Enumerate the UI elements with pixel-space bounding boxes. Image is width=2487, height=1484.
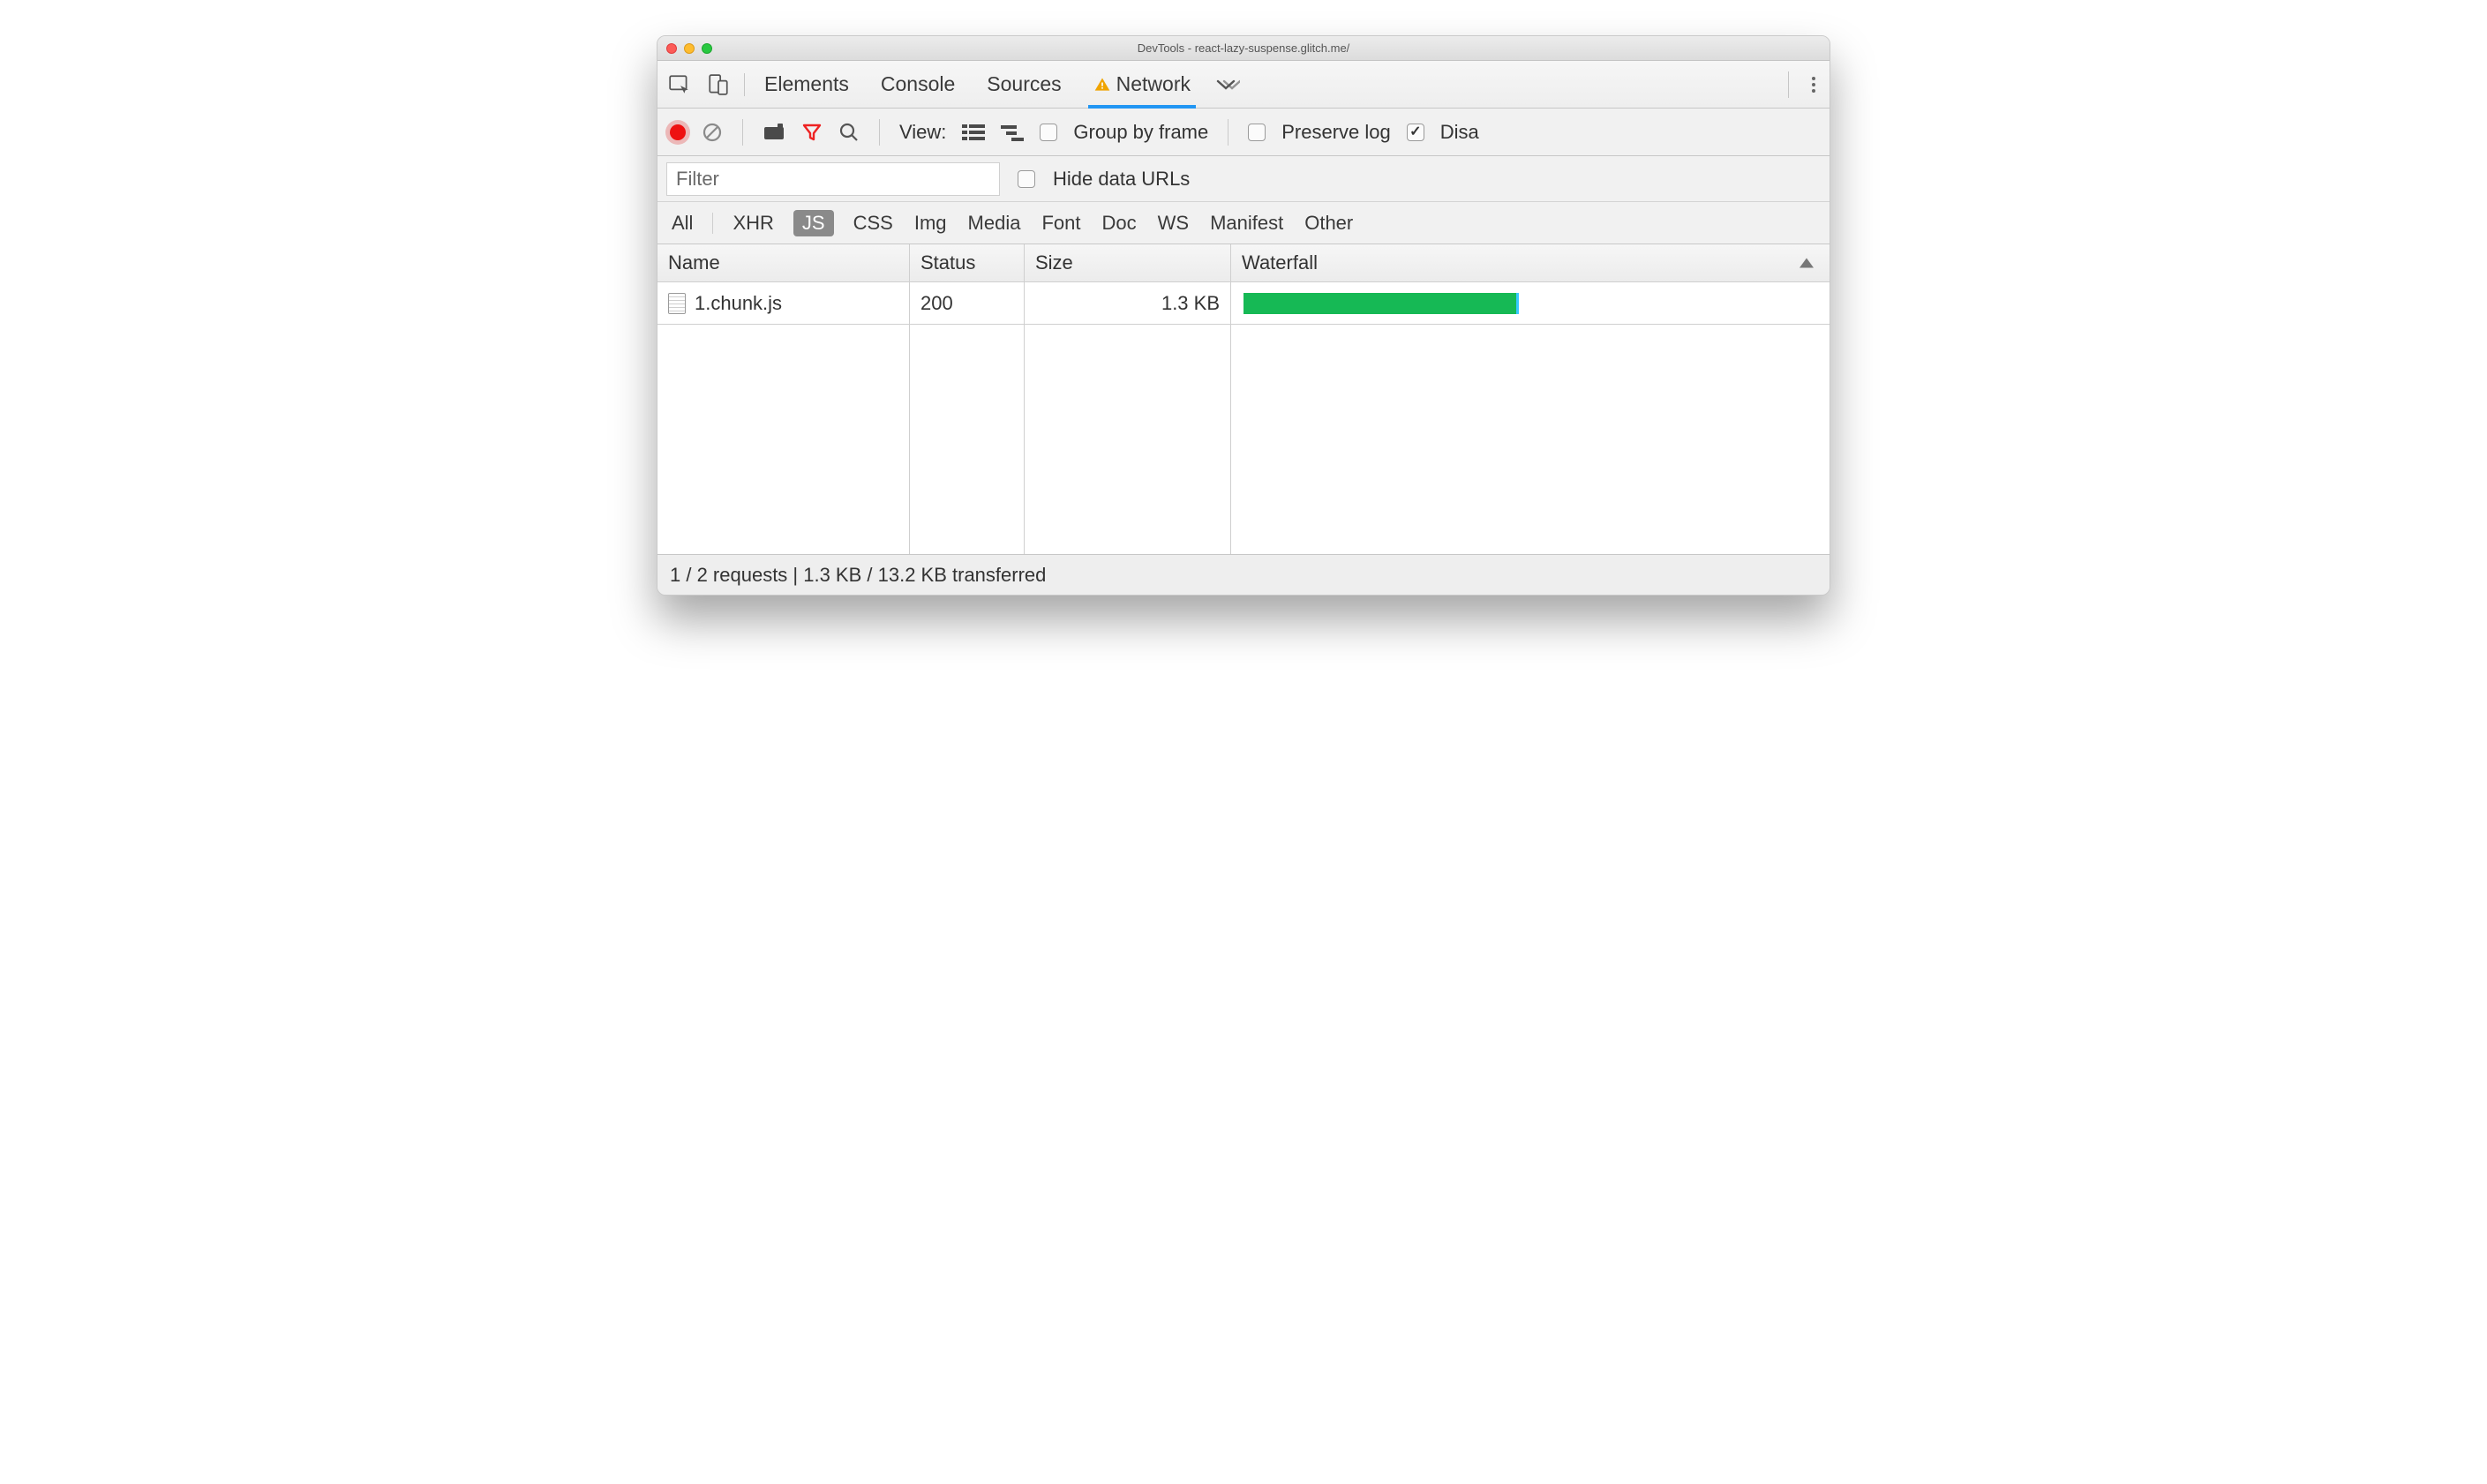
waterfall-bar [1244,293,1519,314]
type-font[interactable]: Font [1040,210,1082,236]
panel-tabs: Elements Console Sources Network [764,61,1191,108]
type-manifest[interactable]: Manifest [1208,210,1285,236]
tab-sources[interactable]: Sources [987,61,1061,108]
type-img[interactable]: Img [913,210,949,236]
col-waterfall-label: Waterfall [1242,251,1318,274]
status-summary: 1 / 2 requests | 1.3 KB / 13.2 KB transf… [670,564,1046,587]
hide-data-urls-checkbox[interactable] [1018,170,1035,188]
overview-icon[interactable] [1001,124,1024,141]
filter-input[interactable] [666,162,1000,196]
tab-network[interactable]: Network [1093,61,1191,108]
large-rows-icon[interactable] [962,124,985,141]
separator [1788,71,1789,98]
tabs-overflow-button[interactable] [1191,76,1240,94]
preserve-log-checkbox[interactable] [1248,124,1266,141]
hide-data-urls-label: Hide data URLs [1053,168,1190,191]
warning-icon [1093,76,1111,94]
disable-cache-checkbox[interactable] [1407,124,1424,141]
tab-label: Elements [764,72,849,96]
tab-label: Network [1116,72,1191,96]
clear-icon[interactable] [702,122,723,143]
cell-name[interactable]: 1.chunk.js [657,282,910,325]
tab-elements[interactable]: Elements [764,61,849,108]
type-media[interactable]: Media [966,210,1023,236]
tab-label: Console [881,72,955,96]
tab-console[interactable]: Console [881,61,955,108]
filter-bar: Hide data URLs [657,156,1830,202]
separator [879,119,880,146]
separator [742,119,743,146]
type-all[interactable]: All [670,210,695,236]
capture-screenshots-icon[interactable] [763,124,785,141]
col-status[interactable]: Status [910,244,1025,282]
view-label: View: [899,121,946,144]
record-button[interactable] [670,124,686,140]
group-by-frame-checkbox[interactable] [1040,124,1057,141]
col-name[interactable]: Name [657,244,910,282]
cell-waterfall[interactable] [1231,282,1830,325]
window-title: DevTools - react-lazy-suspense.glitch.me… [657,41,1830,55]
window-titlebar: DevTools - react-lazy-suspense.glitch.me… [657,36,1830,61]
cell-status[interactable]: 200 [910,282,1025,325]
type-doc[interactable]: Doc [1100,210,1138,236]
group-by-frame-label: Group by frame [1073,121,1208,144]
filter-icon[interactable] [801,122,823,143]
tab-label: Sources [987,72,1061,96]
separator [712,213,713,234]
type-xhr[interactable]: XHR [731,210,775,236]
col-waterfall[interactable]: Waterfall [1231,244,1830,282]
network-statusbar: 1 / 2 requests | 1.3 KB / 13.2 KB transf… [657,554,1830,595]
preserve-log-label: Preserve log [1281,121,1391,144]
devtools-window: DevTools - react-lazy-suspense.glitch.me… [657,35,1830,596]
more-options-icon[interactable] [1808,77,1819,93]
toggle-device-icon[interactable] [707,73,730,96]
cell-size[interactable]: 1.3 KB [1025,282,1231,325]
type-js[interactable]: JS [793,210,834,236]
col-size[interactable]: Size [1025,244,1231,282]
sort-asc-icon [1800,259,1814,268]
network-table: Name Status Size Waterfall 1.chunk.js 20… [657,244,1830,554]
request-name: 1.chunk.js [695,292,782,315]
type-css[interactable]: CSS [852,210,895,236]
network-toolbar: View: Group by frame Preserve log Disa [657,109,1830,156]
type-other[interactable]: Other [1303,210,1355,236]
panel-tabstrip: Elements Console Sources Network [657,61,1830,109]
request-type-filterbar: All XHR JS CSS Img Media Font Doc WS Man… [657,202,1830,244]
script-file-icon [668,293,686,314]
search-icon[interactable] [838,122,860,143]
disable-cache-label: Disa [1440,121,1479,144]
table-empty-area [657,325,1830,554]
type-ws[interactable]: WS [1156,210,1191,236]
inspect-element-icon[interactable] [668,73,691,96]
